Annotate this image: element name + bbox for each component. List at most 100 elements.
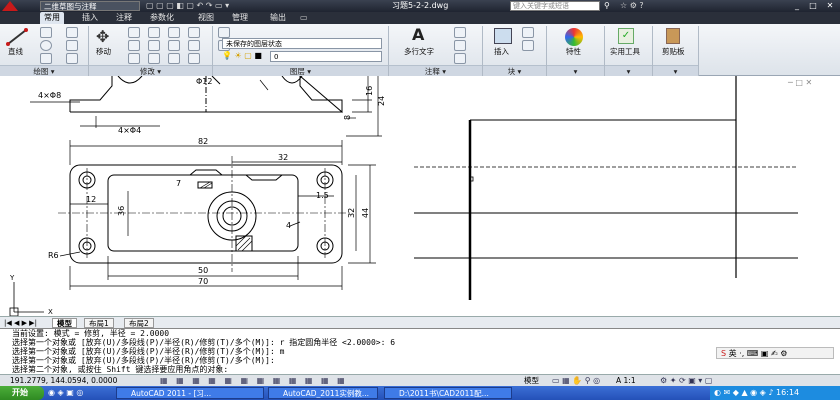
tab-nav-icons[interactable]: |◀ ◀ ▶ ▶| bbox=[4, 318, 37, 328]
search-icon[interactable]: ⚲ bbox=[604, 1, 610, 11]
line-icon[interactable] bbox=[6, 28, 28, 46]
annotation-panel-label[interactable]: 注释 ▾ bbox=[389, 65, 482, 76]
dim-50: 50 bbox=[198, 266, 208, 275]
fillet-icon[interactable] bbox=[168, 40, 180, 51]
dim-4: 4 bbox=[286, 221, 291, 230]
layer-current-value: 0 bbox=[274, 53, 279, 61]
insert-icon[interactable] bbox=[494, 28, 512, 44]
search-input[interactable]: 键入关键字或短语 bbox=[510, 1, 600, 11]
drawing-canvas[interactable]: 4×Φ8 Φ12 4×Φ4 24 16 8 82 32 12 36 32 44 … bbox=[0, 76, 840, 316]
file-title: 习题5-2-2.dwg bbox=[392, 1, 449, 10]
view-icons[interactable]: ▭ ▦ ✋ ⚲ ◎ bbox=[552, 376, 600, 386]
workspace-dropdown[interactable]: 二维草图与注释 bbox=[40, 1, 140, 11]
maximize-button[interactable]: □ bbox=[806, 1, 820, 11]
tab-layout2[interactable]: 布局2 bbox=[124, 318, 154, 328]
layout-tab-bar: |◀ ◀ ▶ ▶| 模型 布局1 布局2 bbox=[0, 316, 840, 328]
rotate-icon[interactable] bbox=[128, 27, 140, 38]
task-folder[interactable]: D:\2011书\CAD2011配... bbox=[384, 387, 512, 399]
arc-icon[interactable] bbox=[40, 53, 52, 64]
task-doc[interactable]: AutoCAD_2011实例教... bbox=[268, 387, 378, 399]
tab-layout1[interactable]: 布局1 bbox=[84, 318, 114, 328]
line-button[interactable]: 直线 bbox=[8, 46, 23, 57]
status-tray-icons[interactable]: ⚙ ✦ ⟳ ▣ ▾ ▢ bbox=[660, 376, 712, 386]
tab-view[interactable]: 视图 bbox=[194, 12, 218, 24]
start-button[interactable]: 开始 bbox=[0, 386, 44, 400]
autocad-logo-icon[interactable] bbox=[2, 1, 18, 11]
block-create-icon[interactable] bbox=[522, 27, 534, 38]
layer-state-dropdown[interactable]: 未保存的图层状态 bbox=[222, 38, 382, 49]
tab-model[interactable]: 模型 bbox=[52, 318, 77, 328]
block-panel-label[interactable]: 块 ▾ bbox=[483, 65, 546, 76]
tab-home[interactable]: 常用 bbox=[40, 12, 64, 24]
utilities-panel-label[interactable]: ▾ bbox=[605, 65, 652, 76]
polyline-icon[interactable] bbox=[40, 27, 52, 38]
tab-output[interactable]: 输出 bbox=[266, 12, 290, 24]
layer-properties-icon[interactable] bbox=[218, 27, 230, 38]
explode-icon[interactable] bbox=[188, 27, 200, 38]
minimize-button[interactable]: _ bbox=[790, 1, 804, 11]
trim-icon[interactable] bbox=[148, 27, 160, 38]
dim-32-top: 32 bbox=[278, 153, 288, 162]
mtext-icon[interactable]: A bbox=[412, 26, 424, 44]
clipboard-panel-label[interactable]: ▾ bbox=[653, 65, 698, 76]
layers-panel-label[interactable]: 图层 ▾ bbox=[213, 65, 388, 76]
mirror-icon[interactable] bbox=[148, 40, 160, 51]
draw-panel-label[interactable]: 绘图 ▾ bbox=[0, 65, 88, 76]
dim-4x-phi8: 4×Φ8 bbox=[38, 91, 61, 100]
tab-annotate[interactable]: 注释 bbox=[112, 12, 136, 24]
tab-insert[interactable]: 插入 bbox=[78, 12, 102, 24]
utilities-button[interactable]: 实用工具 bbox=[610, 46, 640, 57]
properties-panel-label[interactable]: ▾ bbox=[547, 65, 604, 76]
quick-launch-icons[interactable]: ◉ ◈ ▣ ◎ bbox=[48, 387, 83, 399]
close-button[interactable]: ✕ bbox=[822, 1, 838, 11]
command-window[interactable]: 当前设置: 模式 = 修剪, 半径 = 2.0000 选择第一个对象或 [放弃(… bbox=[0, 328, 840, 374]
block-edit-icon[interactable] bbox=[522, 40, 534, 51]
ime-bar[interactable]: S 英 ·, ⌨ ▣ ✍ ⚙ bbox=[716, 347, 834, 359]
hatch-icon[interactable] bbox=[66, 40, 78, 51]
clipboard-button[interactable]: 剪贴板 bbox=[662, 46, 685, 57]
leader-icon[interactable] bbox=[454, 40, 466, 51]
modify-panel-label[interactable]: 修改 ▾ bbox=[89, 65, 212, 76]
help-icons[interactable]: ☆ ⚙ ? bbox=[620, 0, 644, 12]
array-icon[interactable] bbox=[168, 53, 180, 64]
task-autocad[interactable]: AutoCAD 2011 - [习... bbox=[116, 387, 264, 399]
clipboard-icon[interactable] bbox=[666, 28, 680, 44]
svg-text:X: X bbox=[48, 308, 53, 316]
system-tray[interactable]: ◐ ✉ ◆ ▲ ◉ ◈ ♪ 16:14 bbox=[710, 386, 840, 400]
quick-access-toolbar[interactable]: ▢ ▢ ▢ ◧ ▢ ↶ ↷ ▭ ▾ bbox=[146, 1, 346, 11]
offset-icon[interactable] bbox=[188, 40, 200, 51]
windows-taskbar: 开始 ◉ ◈ ▣ ◎ AutoCAD 2011 - [习... AutoCAD_… bbox=[0, 386, 840, 400]
tab-manage[interactable]: 管理 bbox=[228, 12, 252, 24]
dimension-icon[interactable] bbox=[454, 27, 466, 38]
circle-icon[interactable] bbox=[40, 40, 52, 51]
mtext-button[interactable]: 多行文字 bbox=[404, 46, 434, 57]
rectangle-icon[interactable] bbox=[66, 27, 78, 38]
properties-icon[interactable] bbox=[565, 28, 583, 46]
move-button[interactable]: 移动 bbox=[96, 46, 111, 57]
erase-icon[interactable] bbox=[168, 27, 180, 38]
table-icon[interactable] bbox=[454, 53, 466, 64]
dim-12: 12 bbox=[86, 195, 96, 204]
ribbon-minimize-icon[interactable]: ▭ bbox=[300, 12, 308, 24]
utilities-icon[interactable]: ✓ bbox=[618, 28, 634, 44]
scale-icon[interactable] bbox=[148, 53, 160, 64]
copy-icon[interactable] bbox=[128, 40, 140, 51]
viewport-controls[interactable]: ─ □ ✕ bbox=[788, 78, 812, 87]
command-prompt[interactable]: 选择第二个对象, 或按住 Shift 键选择要应用角点的对象: bbox=[12, 365, 840, 374]
insert-button[interactable]: 插入 bbox=[494, 46, 509, 57]
layer-dropdown[interactable]: 0 bbox=[270, 51, 382, 62]
dim-r6: R6 bbox=[48, 251, 59, 260]
dim-36: 36 bbox=[117, 206, 126, 216]
modify-extra-icon[interactable] bbox=[188, 53, 200, 64]
stretch-icon[interactable] bbox=[128, 53, 140, 64]
move-icon[interactable]: ✥ bbox=[96, 28, 109, 46]
properties-button[interactable]: 特性 bbox=[566, 46, 581, 57]
draw-extra-icon[interactable] bbox=[66, 53, 78, 64]
tab-parametric[interactable]: 参数化 bbox=[146, 12, 178, 24]
drafting-toggles[interactable]: ▦ ▦ ▦ ▦ ▦ ▦ ▦ ▦ ▦ ▦ ▦ ▦ bbox=[160, 376, 348, 386]
svg-text:Y: Y bbox=[9, 274, 15, 282]
ucs-icon bbox=[9, 282, 44, 316]
layer-icons[interactable]: 💡 ☀ ▢ ■ bbox=[222, 51, 262, 61]
dim-32-right: 32 bbox=[347, 208, 356, 218]
dim-70: 70 bbox=[198, 277, 208, 286]
